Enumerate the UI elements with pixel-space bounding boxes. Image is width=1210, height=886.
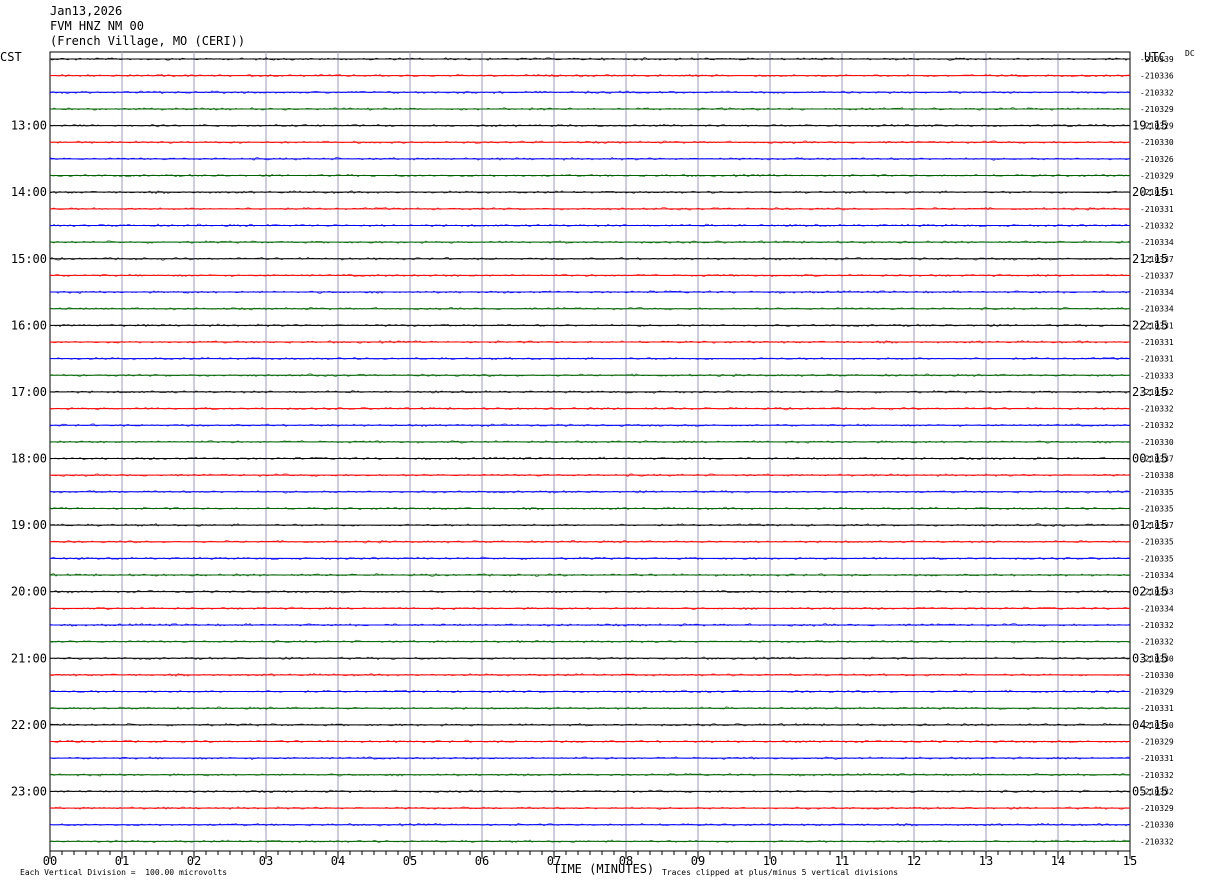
x-tick-label: 13 <box>979 854 993 868</box>
scale-note: Each Vertical Division = 100.00 microvol… <box>20 868 228 877</box>
dc-offset-label: -210335 <box>1140 538 1174 547</box>
dc-offset-label: -210331 <box>1140 205 1174 214</box>
seismic-trace <box>49 672 1131 677</box>
x-tick-label: 04 <box>331 854 345 868</box>
x-tick-label: 14 <box>1051 854 1065 868</box>
dc-offset-label: -210339 <box>1140 55 1174 64</box>
dc-offset-label: -210334 <box>1140 604 1174 613</box>
x-tick-label: 12 <box>907 854 921 868</box>
dc-offset-label: -210331 <box>1140 338 1174 347</box>
left-hour-label: 18:00 <box>11 452 47 466</box>
dc-offset-label: -210329 <box>1140 737 1174 746</box>
dc-offset-label: -210329 <box>1140 172 1174 181</box>
left-hour-label: 23:00 <box>11 784 47 798</box>
dc-offset-label: -210332 <box>1140 405 1174 414</box>
dc-offset-label: -210332 <box>1140 638 1174 647</box>
left-hour-label: 19:00 <box>11 518 47 532</box>
dc-offset-label: -210335 <box>1140 504 1174 513</box>
x-tick-label: 01 <box>115 854 129 868</box>
x-tick-label: 03 <box>259 854 273 868</box>
plot-frame <box>49 51 1131 852</box>
dc-offset-label: -210334 <box>1140 571 1174 580</box>
x-tick-label: 05 <box>403 854 417 868</box>
right-hour-label: 21:15 <box>1132 252 1168 266</box>
left-hour-label: 15:00 <box>11 252 47 266</box>
dc-offset-label: -210330 <box>1140 438 1174 447</box>
right-hour-label: 22:15 <box>1132 318 1168 332</box>
right-hour-label: 20:15 <box>1132 185 1168 199</box>
dc-offset-label: -210334 <box>1140 305 1174 314</box>
dc-offset-label: -210335 <box>1140 554 1174 563</box>
seismic-trace <box>49 789 1131 794</box>
dc-offset-label: -210330 <box>1140 138 1174 147</box>
left-hour-label: 13:00 <box>11 119 47 133</box>
left-hour-label: 21:00 <box>11 651 47 665</box>
seismic-trace <box>49 423 1131 428</box>
left-hour-label: 14:00 <box>11 185 47 199</box>
dc-offset-label: -210333 <box>1140 371 1174 380</box>
x-tick-label: 02 <box>187 854 201 868</box>
right-hour-label: 19:15 <box>1132 119 1168 133</box>
dc-offset-label: -210332 <box>1140 221 1174 230</box>
dc-offset-label: -210338 <box>1140 471 1174 480</box>
dc-offset-label: -210329 <box>1140 688 1174 697</box>
x-tick-label: 15 <box>1123 854 1137 868</box>
dc-offset-label: -210336 <box>1140 72 1174 81</box>
right-hour-label: 03:15 <box>1132 651 1168 665</box>
right-hour-label: 04:15 <box>1132 718 1168 732</box>
dc-offset-label: -210334 <box>1140 288 1174 297</box>
seismic-trace <box>49 356 1131 361</box>
dc-offset-label: -210331 <box>1140 754 1174 763</box>
x-tick-label: 00 <box>43 854 57 868</box>
right-hour-label: 01:15 <box>1132 518 1168 532</box>
dc-offset-label: -210334 <box>1140 238 1174 247</box>
x-tick-label: 10 <box>763 854 777 868</box>
x-axis-title: TIME (MINUTES) <box>553 862 655 876</box>
dc-offset-label: -210330 <box>1140 821 1174 830</box>
dc-offset-label: -210330 <box>1140 671 1174 680</box>
dc-offset-label: -210331 <box>1140 355 1174 364</box>
left-hour-label: 16:00 <box>11 318 47 332</box>
dc-offset-label: -210335 <box>1140 488 1174 497</box>
x-tick-label: 11 <box>835 854 849 868</box>
right-hour-label: 00:15 <box>1132 452 1168 466</box>
x-tick-label: 06 <box>475 854 489 868</box>
dc-offset-label: -210337 <box>1140 271 1174 280</box>
left-hour-label: 22:00 <box>11 718 47 732</box>
left-hour-label: 17:00 <box>11 385 47 399</box>
dc-offset-label: -210332 <box>1140 837 1174 846</box>
dc-offset-label: -210332 <box>1140 621 1174 630</box>
helicorder-plot: -210339 -210336 -210332 -210329 -210329 -2103… <box>11 51 1174 868</box>
right-hour-label: 02:15 <box>1132 585 1168 599</box>
dc-offset-label: -210326 <box>1140 155 1174 164</box>
dc-offset-label: -210332 <box>1140 421 1174 430</box>
right-hour-label: 05:15 <box>1132 784 1168 798</box>
clip-note: Traces clipped at plus/minus 5 vertical … <box>662 868 899 877</box>
dc-offset-label: -210332 <box>1140 88 1174 97</box>
x-tick-label: 09 <box>691 854 705 868</box>
dc-offset-label: -210329 <box>1140 804 1174 813</box>
dc-offset-label: -210331 <box>1140 704 1174 713</box>
dc-offset-label: -210329 <box>1140 105 1174 114</box>
seismic-trace <box>49 639 1131 644</box>
right-hour-label: 23:15 <box>1132 385 1168 399</box>
left-hour-label: 20:00 <box>11 585 47 599</box>
dc-offset-label: -210332 <box>1140 771 1174 780</box>
